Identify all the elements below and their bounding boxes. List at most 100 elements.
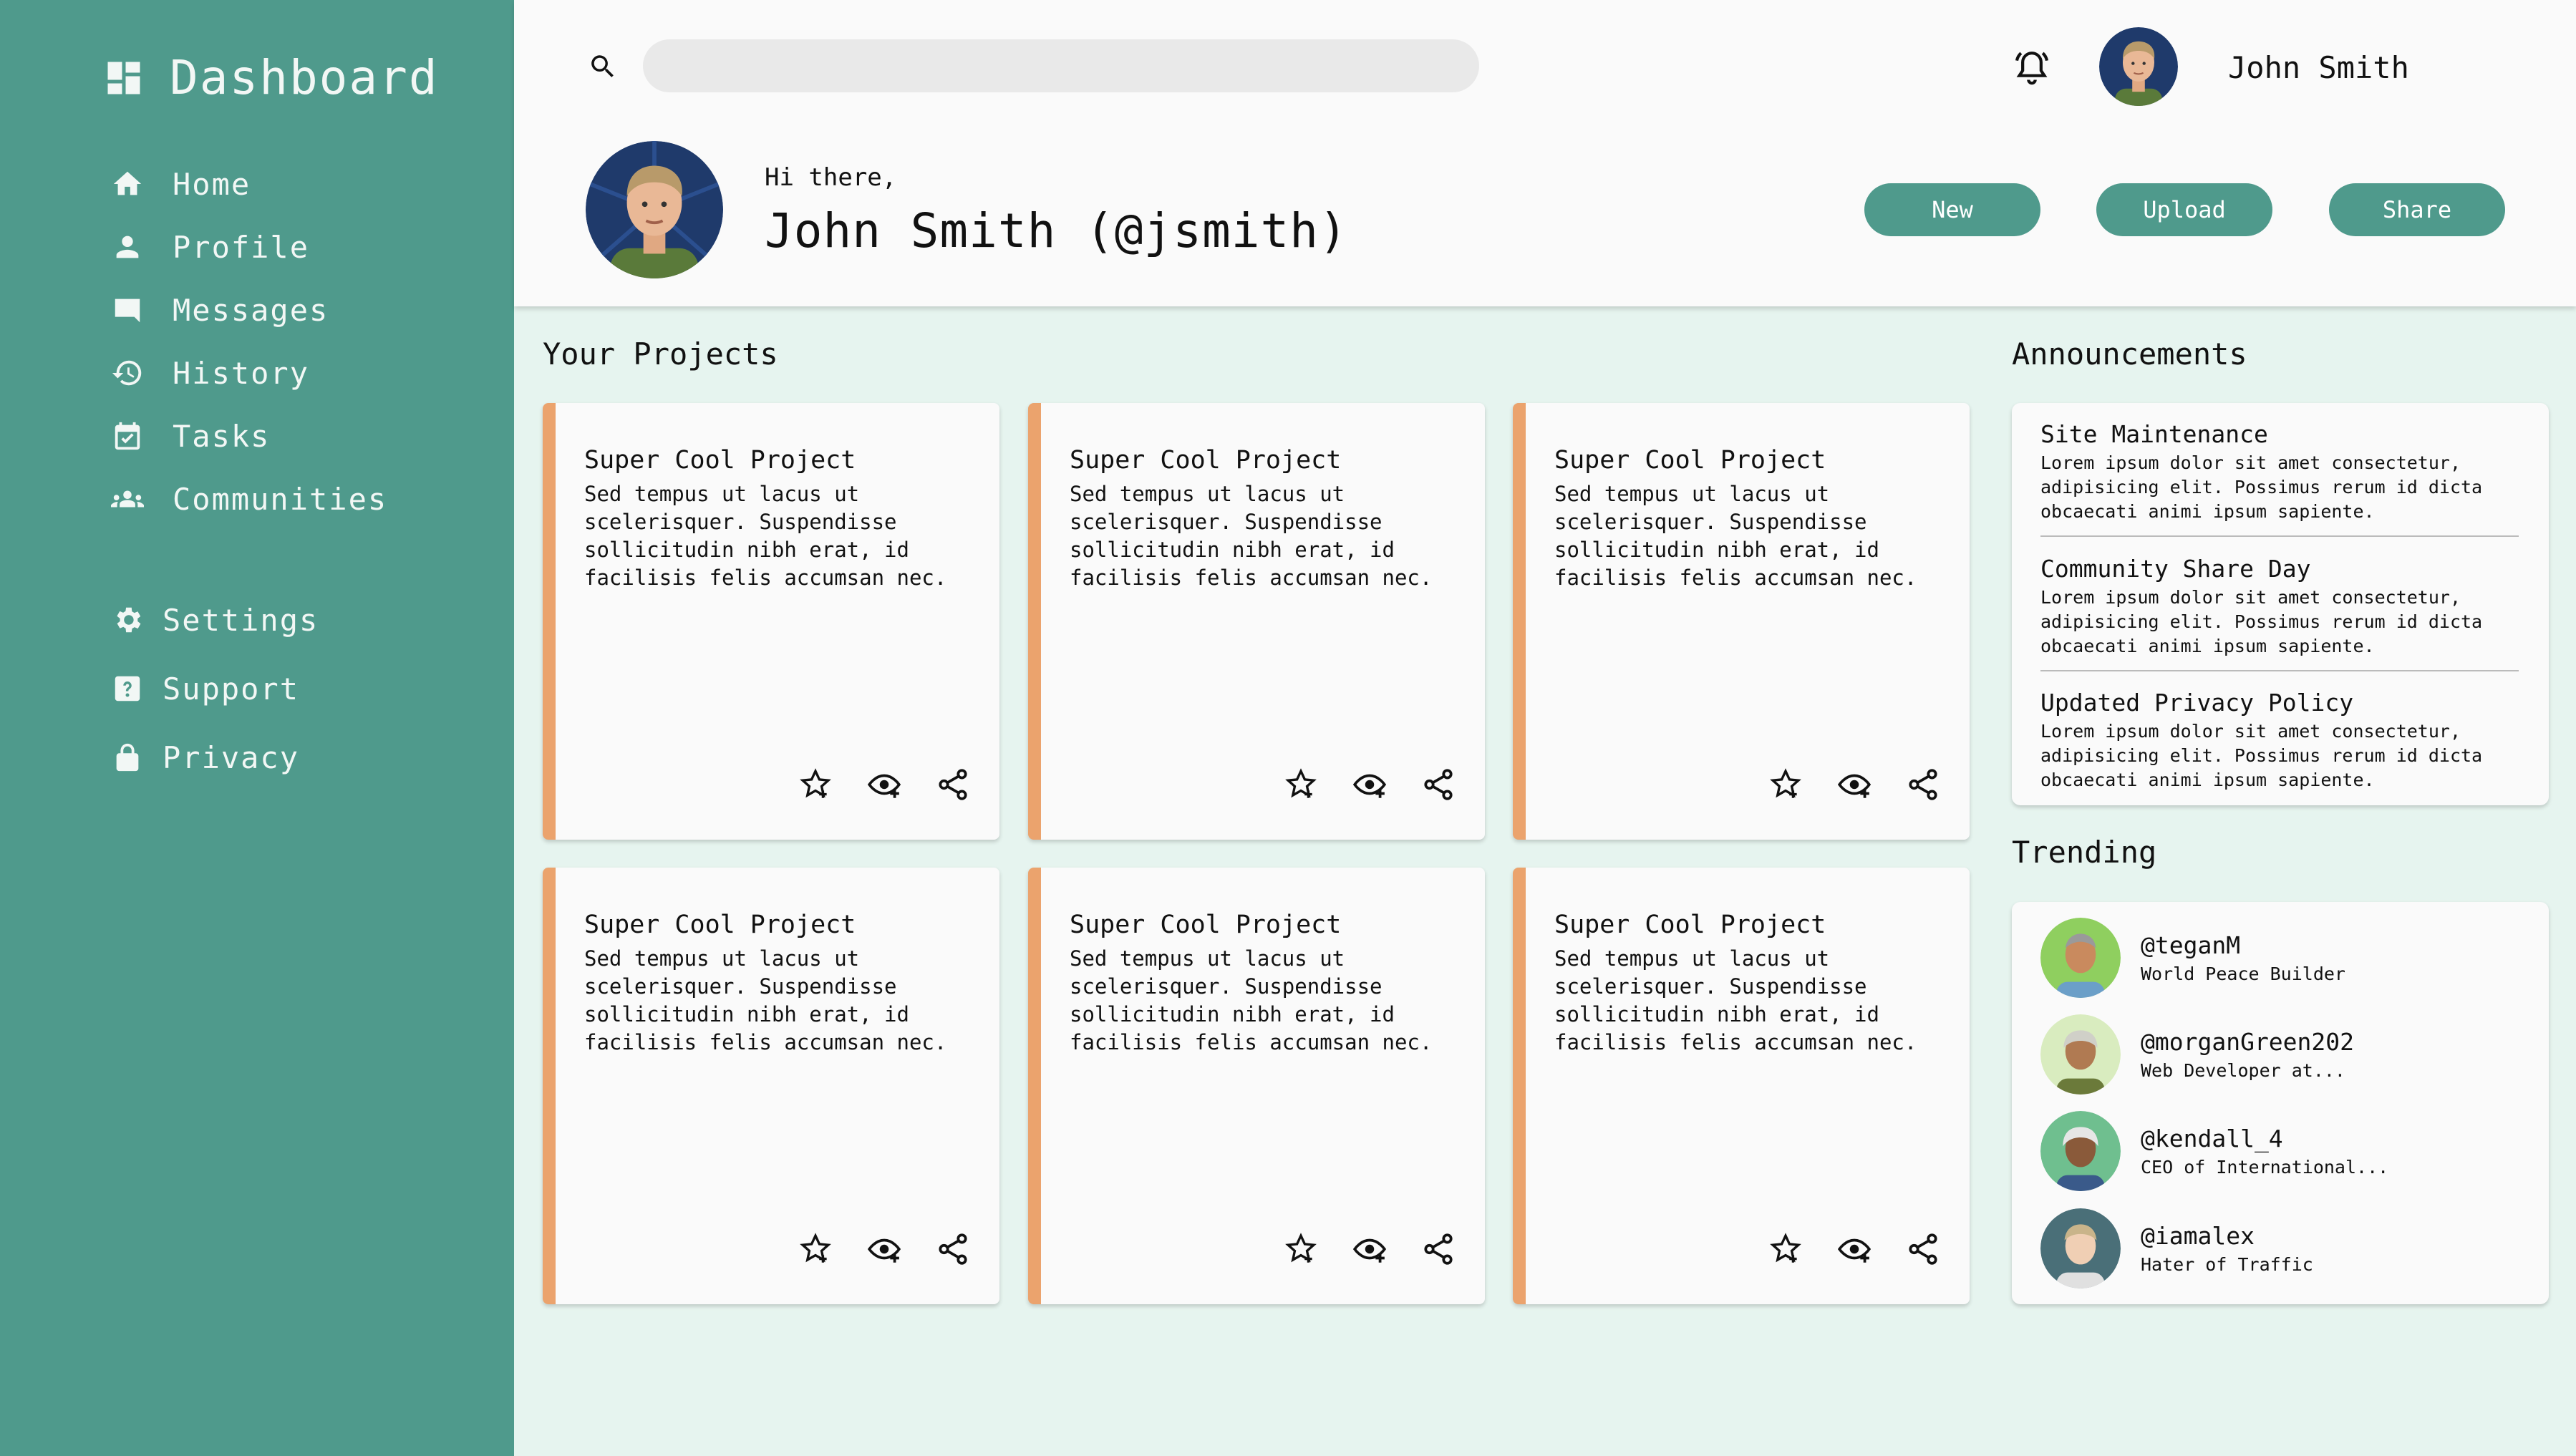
dashboard-icon: [107, 62, 140, 94]
project-description: Sed tempus ut lacus ut scelerisquer. Sus…: [1070, 946, 1433, 1054]
nav-label: Tasks: [173, 418, 271, 454]
trending-user[interactable]: @teganM World Peace Builder: [2040, 918, 2345, 998]
user-name[interactable]: John Smith: [2228, 50, 2409, 85]
secondary-nav: Settings Support Privacy: [111, 586, 319, 792]
announcement-item[interactable]: Updated Privacy Policy Lorem ipsum dolor…: [2040, 689, 2519, 792]
announcement-title: Community Share Day: [2040, 555, 2311, 583]
watch-icon[interactable]: [1352, 1231, 1388, 1267]
project-card[interactable]: Super Cool Project Sed tempus ut lacus ut…: [543, 403, 999, 840]
search-input[interactable]: [643, 39, 1479, 92]
share-icon[interactable]: [1905, 767, 1941, 802]
nav-item-communities[interactable]: Communities: [111, 467, 387, 530]
watch-icon[interactable]: [1836, 1231, 1872, 1267]
card-actions: [798, 767, 971, 802]
person-icon: [111, 230, 144, 263]
trending-handle: @morganGreen202: [2141, 1028, 2355, 1056]
project-title: Super Cool Project: [584, 911, 856, 939]
share-icon[interactable]: [935, 767, 971, 802]
nav-item-profile[interactable]: Profile: [111, 215, 387, 278]
project-description: Sed tempus ut lacus ut scelerisquer. Sus…: [584, 482, 947, 590]
project-card[interactable]: Super Cool Project Sed tempus ut lacus ut…: [1513, 403, 1970, 840]
avatar: [2040, 1014, 2121, 1095]
watch-icon[interactable]: [1836, 767, 1872, 802]
project-title: Super Cool Project: [1070, 911, 1342, 939]
share-icon[interactable]: [935, 1231, 971, 1267]
divider: [2040, 670, 2519, 671]
home-icon: [111, 168, 144, 200]
card-actions: [1768, 767, 1941, 802]
favorite-icon[interactable]: [1768, 767, 1803, 802]
nav-item-messages[interactable]: Messages: [111, 278, 387, 341]
favorite-icon[interactable]: [1283, 1231, 1319, 1267]
page-title: John Smith (@jsmith): [765, 203, 1348, 258]
trending-subtitle: Hater of Traffic: [2141, 1254, 2313, 1275]
lock-icon: [111, 741, 144, 774]
sidebar: Dashboard Home Profile Messages History …: [0, 0, 514, 1456]
trending-subtitle: Web Developer at...: [2141, 1060, 2345, 1081]
nav-label: History: [173, 355, 310, 391]
greeting: Hi there,: [765, 163, 897, 192]
trending-subtitle: World Peace Builder: [2141, 964, 2345, 984]
trending-user[interactable]: @kendall_4 CEO of International...: [2040, 1111, 2388, 1191]
announcements-panel: Site Maintenance Lorem ipsum dolor sit a…: [2012, 403, 2549, 805]
avatar[interactable]: [2099, 27, 2178, 106]
share-icon[interactable]: [1420, 767, 1456, 802]
gear-icon: [111, 603, 144, 636]
nav-item-tasks[interactable]: Tasks: [111, 404, 387, 467]
project-description: Sed tempus ut lacus ut scelerisquer. Sus…: [1070, 482, 1433, 590]
trending-user[interactable]: @iamalex Hater of Traffic: [2040, 1208, 2313, 1288]
card-actions: [798, 1231, 971, 1267]
header: John Smith Hi there, John Smith (@jsmith…: [514, 0, 2576, 306]
project-title: Super Cool Project: [1554, 446, 1826, 475]
favorite-icon[interactable]: [798, 767, 833, 802]
nav-item-support[interactable]: Support: [111, 654, 319, 723]
watch-icon[interactable]: [866, 767, 902, 802]
divider: [2040, 535, 2519, 537]
project-description: Sed tempus ut lacus ut scelerisquer. Sus…: [1554, 946, 1917, 1054]
avatar: [2040, 1111, 2121, 1191]
nav-label: Home: [173, 166, 251, 202]
main-nav: Home Profile Messages History Tasks Comm…: [111, 152, 387, 530]
announcement-body: Lorem ipsum dolor sit amet consectetur, …: [2040, 452, 2483, 522]
card-actions: [1283, 767, 1456, 802]
announcement-item[interactable]: Community Share Day Lorem ipsum dolor si…: [2040, 555, 2519, 659]
project-title: Super Cool Project: [1070, 446, 1342, 475]
projects-title: Your Projects: [543, 336, 778, 372]
share-icon[interactable]: [1905, 1231, 1941, 1267]
trending-panel: @teganM World Peace Builder @morganGreen2…: [2012, 902, 2549, 1304]
share-button[interactable]: Share: [2329, 183, 2505, 236]
project-card[interactable]: Super Cool Project Sed tempus ut lacus ut…: [1028, 868, 1485, 1304]
calendar-icon: [111, 419, 144, 452]
project-card[interactable]: Super Cool Project Sed tempus ut lacus ut…: [1028, 403, 1485, 840]
avatar: [2040, 918, 2121, 998]
trending-subtitle: CEO of International...: [2141, 1157, 2389, 1178]
nav-item-settings[interactable]: Settings: [111, 586, 319, 654]
share-icon[interactable]: [1420, 1231, 1456, 1267]
nav-item-home[interactable]: Home: [111, 152, 387, 215]
watch-icon[interactable]: [1352, 767, 1388, 802]
card-actions: [1283, 1231, 1456, 1267]
nav-item-privacy[interactable]: Privacy: [111, 723, 319, 792]
announcements-title: Announcements: [2012, 336, 2247, 372]
chat-icon: [111, 293, 144, 326]
search-icon[interactable]: [588, 52, 618, 82]
brand[interactable]: Dashboard: [102, 50, 439, 105]
favorite-icon[interactable]: [1283, 767, 1319, 802]
announcement-item[interactable]: Site Maintenance Lorem ipsum dolor sit a…: [2040, 420, 2519, 524]
group-icon: [111, 482, 144, 515]
nav-label: Messages: [173, 292, 329, 328]
avatar: [2040, 1208, 2121, 1288]
announcement-title: Site Maintenance: [2040, 420, 2268, 448]
nav-item-history[interactable]: History: [111, 341, 387, 404]
project-card[interactable]: Super Cool Project Sed tempus ut lacus ut…: [1513, 868, 1970, 1304]
bell-icon[interactable]: [2012, 47, 2052, 87]
favorite-icon[interactable]: [798, 1231, 833, 1267]
nav-label: Profile: [173, 229, 310, 265]
new-button[interactable]: New: [1864, 183, 2040, 236]
history-icon: [111, 356, 144, 389]
project-card[interactable]: Super Cool Project Sed tempus ut lacus ut…: [543, 868, 999, 1304]
watch-icon[interactable]: [866, 1231, 902, 1267]
favorite-icon[interactable]: [1768, 1231, 1803, 1267]
upload-button[interactable]: Upload: [2096, 183, 2272, 236]
trending-user[interactable]: @morganGreen202 Web Developer at...: [2040, 1014, 2354, 1095]
